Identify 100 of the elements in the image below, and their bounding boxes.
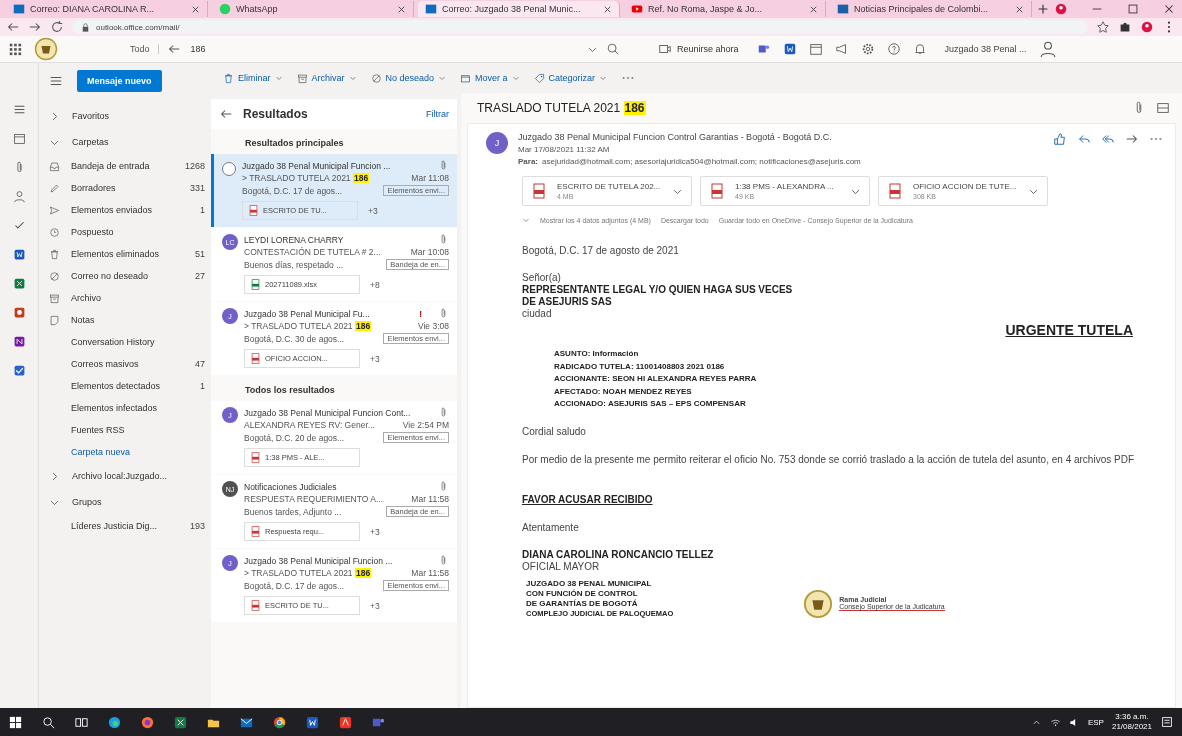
like-icon[interactable] — [1053, 132, 1067, 146]
preview-text: Bogotá, D.C. 17 de agos... — [242, 185, 344, 196]
powerpoint-icon[interactable] — [12, 306, 26, 319]
mail-icon[interactable] — [12, 103, 26, 116]
browser-icon[interactable] — [107, 714, 122, 730]
layout-icon[interactable] — [1156, 101, 1170, 115]
people-icon[interactable] — [12, 190, 26, 203]
menu-icon[interactable] — [49, 74, 63, 88]
more-attachments-count: +3 — [370, 526, 380, 537]
settings-icon[interactable] — [860, 42, 875, 56]
select-checkbox[interactable] — [222, 162, 236, 176]
forward-icon[interactable] — [1125, 132, 1139, 146]
back-icon[interactable] — [6, 20, 20, 34]
folder-item[interactable]: Correos masivos — [71, 359, 184, 369]
star-icon[interactable] — [1096, 20, 1110, 34]
browser-tab[interactable]: Ref. No Roma, Jaspe & Jo... — [624, 1, 826, 17]
search-icon[interactable] — [41, 714, 56, 730]
message-time: Mar 11:08 — [411, 173, 449, 183]
new-tab-icon[interactable] — [1036, 2, 1050, 16]
tab-title: Ref. No Roma, Jaspe & Jo... — [648, 4, 764, 14]
search-scope-dropdown[interactable]: Todo — [130, 44, 159, 54]
folder-item[interactable]: Elementos eliminados — [71, 249, 184, 259]
new-message-button[interactable]: Mensaje nuevo — [77, 70, 162, 92]
bell-icon[interactable] — [912, 42, 927, 56]
notifications-icon[interactable] — [1160, 715, 1174, 729]
filter-button[interactable]: Filtrar — [426, 109, 449, 119]
avatar-icon[interactable] — [1038, 40, 1057, 58]
junk-button[interactable]: No deseado — [370, 72, 447, 84]
forward-icon[interactable] — [28, 20, 42, 34]
word-icon[interactable] — [12, 248, 26, 261]
unread-count: 331 — [189, 183, 205, 193]
attachment-icon — [438, 555, 449, 566]
folder-item[interactable]: Elementos enviados — [71, 205, 189, 215]
folder-item[interactable]: Archivo — [71, 293, 205, 303]
back-icon[interactable] — [166, 42, 181, 56]
help-icon[interactable] — [886, 42, 901, 56]
calendar-icon[interactable] — [12, 132, 26, 145]
todo-icon[interactable] — [12, 364, 26, 377]
address-field[interactable]: outlook.office.com/mail/ — [72, 20, 1088, 34]
word-icon[interactable] — [782, 42, 797, 56]
browser-tab[interactable]: Noticias Principales de Colombi... — [830, 1, 1032, 17]
folder-section-header[interactable]: Carpetas — [49, 129, 205, 155]
folder-item[interactable]: Notas — [71, 315, 205, 325]
megaphone-icon[interactable] — [834, 42, 849, 56]
browser-icon[interactable] — [272, 714, 287, 730]
unread-count: 27 — [195, 271, 205, 281]
folder-item[interactable]: Líderes Justicia Dig... — [71, 521, 179, 531]
sender-name: Juzgado 38 Penal Municipal Funcion ... — [242, 160, 392, 171]
more-attachments-count: +3 — [370, 353, 380, 364]
folder-item[interactable]: Pospuesto — [71, 227, 205, 237]
body-line: DE ASEJURIS SAS — [522, 296, 613, 308]
folder-item[interactable]: Bandeja de entrada — [71, 161, 174, 171]
browser-icon[interactable] — [140, 714, 155, 730]
profile-icon[interactable] — [1054, 2, 1068, 16]
extensions-icon[interactable] — [1118, 20, 1132, 34]
excel-icon[interactable] — [173, 714, 188, 730]
folder-item[interactable]: Elementos detectados — [71, 381, 189, 391]
deleted-folder-icon — [49, 248, 60, 260]
clock[interactable]: 3:36 a.m. 21/08/2021 — [1111, 712, 1152, 732]
message-time: Vie 2:54 PM — [402, 420, 449, 430]
move-button[interactable]: Mover a — [460, 72, 520, 84]
folder-item[interactable]: Borradores — [71, 183, 179, 193]
delete-button[interactable]: Eliminar — [223, 72, 283, 84]
browser-tab[interactable]: Correo: Juzgado 38 Penal Munic... — [418, 1, 620, 17]
meet-now-button[interactable]: Reunirse ahora — [652, 41, 745, 57]
body-line: DIANA CAROLINA RONCANCIO TELLEZ — [522, 548, 715, 561]
lock-icon — [80, 21, 91, 33]
message-time: Vie 3:08 — [417, 321, 449, 331]
browser-tab[interactable]: Correo: DIANA CAROLINA R... — [6, 1, 208, 17]
folder-section-header[interactable]: Archivo local:Juzgado... — [49, 463, 205, 489]
more-attachments-count: +8 — [370, 279, 380, 290]
search-highlight: 186 — [354, 568, 372, 578]
account-name[interactable]: Juzgado 38 Penal ... — [944, 44, 1027, 54]
new-folder-link[interactable]: Carpeta nueva — [71, 447, 205, 457]
folder-item[interactable]: Fuentes RSS — [71, 425, 205, 435]
folder-item[interactable]: Correo no deseado — [71, 271, 184, 281]
reply-icon[interactable] — [1077, 132, 1091, 146]
folder-section-header[interactable]: Grupos — [49, 489, 205, 515]
back-icon[interactable] — [219, 107, 233, 121]
tag-button[interactable]: Categorizar — [533, 72, 608, 84]
search-field[interactable]: 186 — [188, 43, 579, 55]
word-icon[interactable] — [305, 714, 320, 730]
folder-item[interactable]: Conversation History — [71, 337, 205, 347]
language-indicator[interactable]: ESP — [1087, 717, 1104, 727]
emblem-icon — [803, 588, 834, 619]
folder-section-header[interactable]: Favoritos — [49, 103, 205, 129]
calendar-icon[interactable] — [808, 42, 823, 56]
browser-tab[interactable]: WhatsApp — [212, 1, 414, 17]
logo-icon — [34, 37, 58, 61]
onenote-icon[interactable] — [12, 335, 26, 348]
start-icon[interactable] — [8, 714, 23, 730]
urgent-heading: URGENTE TUTELA — [1005, 322, 1133, 338]
attachment-name: OFICIO ACCION DE TUTE... — [913, 182, 1018, 191]
pdf-reader-icon[interactable] — [338, 714, 353, 730]
archive-button[interactable]: Archivar — [296, 72, 357, 84]
reply-all-icon[interactable] — [1101, 132, 1115, 146]
folder-item[interactable]: Elementos infectados — [71, 403, 205, 413]
app-launcher-icon[interactable] — [8, 42, 22, 56]
profile-icon[interactable] — [1140, 20, 1154, 34]
reload-icon[interactable] — [50, 20, 64, 34]
